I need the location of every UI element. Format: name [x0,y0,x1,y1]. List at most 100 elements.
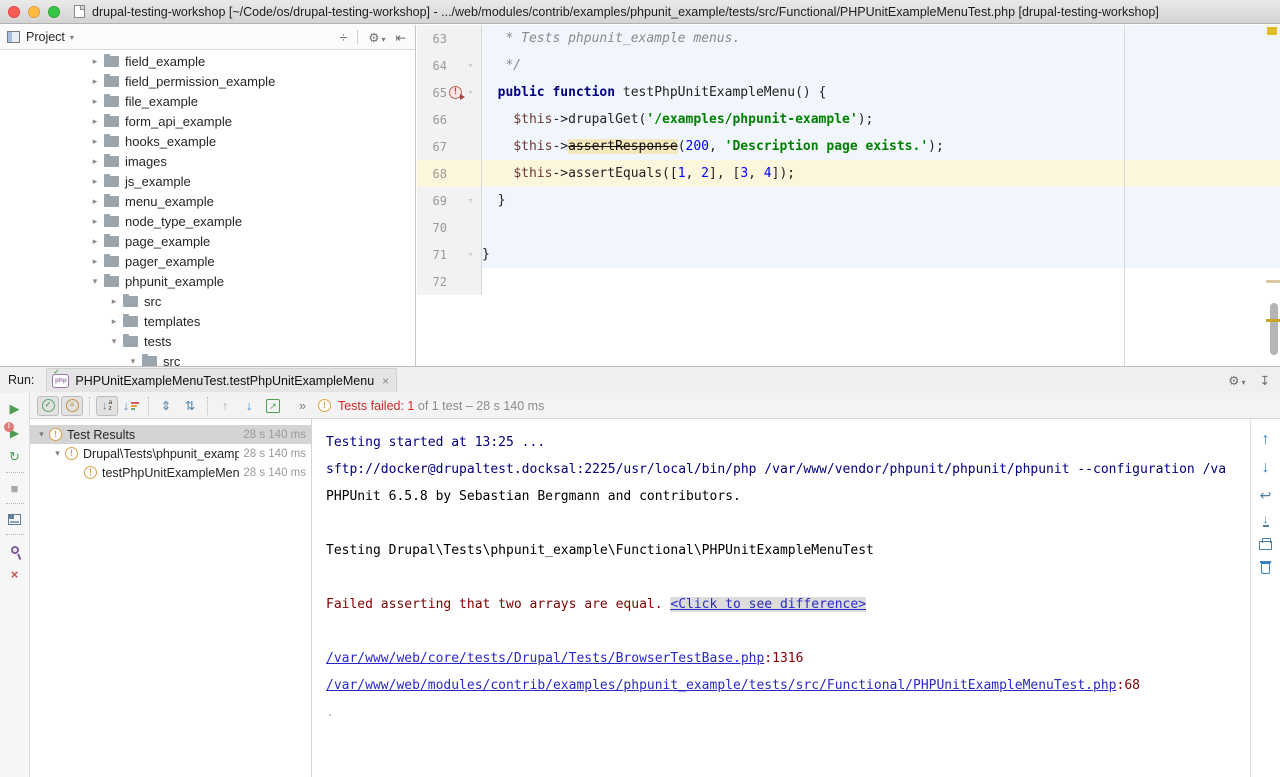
tree-item-hooks-example[interactable]: ▸hooks_example [0,131,415,151]
run-settings-gear-icon[interactable]: ⚙▾ [1228,373,1245,388]
collapsed-arrow-icon[interactable]: ▸ [107,316,121,327]
expanded-arrow-icon[interactable]: ▾ [126,356,140,367]
collapsed-arrow-icon[interactable]: ▸ [88,156,102,167]
sort-by-duration-toggle[interactable]: ↓ [120,396,142,416]
hide-panel-icon[interactable]: ⇤ [396,30,406,45]
collapsed-arrow-icon[interactable]: ▸ [88,176,102,187]
tree-item-field-example[interactable]: ▸field_example [0,51,415,71]
code-line-64[interactable]: 64▿ */ [417,52,1280,79]
error-stripe-mark[interactable] [1266,319,1280,322]
stacktrace-link-menutest[interactable]: /var/www/web/modules/contrib/examples/ph… [326,678,1117,693]
sort-alphabetically-toggle[interactable]: ↓az [96,396,118,416]
zoom-window-button[interactable] [48,6,60,18]
tree-item-tests[interactable]: ▾tests [0,331,415,351]
tree-item-page-example[interactable]: ▸page_example [0,231,415,251]
code-line-69[interactable]: 69▿ } [417,187,1280,214]
expanded-arrow-icon[interactable]: ▾ [107,336,121,347]
clear-all-icon[interactable] [1261,563,1270,574]
run-configuration-tab[interactable]: php PHPUnitExampleMenuTest.testPhpUnitEx… [46,368,397,392]
code-line-63[interactable]: 63 * Tests phpunit_example menus. [417,25,1280,52]
test-node-root[interactable]: ▾ ! Test Results 28 s 140 ms [30,425,311,444]
code-line-66[interactable]: 66 $this->drupalGet('/examples/phpunit-e… [417,106,1280,133]
tree-item-images[interactable]: ▸images [0,151,415,171]
tree-item-field-permission-example[interactable]: ▸field_permission_example [0,71,415,91]
fold-marker-icon[interactable]: ▿ [464,88,477,98]
see-difference-link[interactable]: <Click to see difference> [670,597,866,612]
tree-item-pager-example[interactable]: ▸pager_example [0,251,415,271]
import-test-results-button[interactable]: ↗ [262,396,284,416]
tree-item-node-type-example[interactable]: ▸node_type_example [0,211,415,231]
test-console-output[interactable]: Testing started at 13:25 ... sftp://dock… [312,419,1251,777]
project-panel: Project ▾ ÷ ⚙▾ ⇤ ▸field_example ▸field_p… [0,25,416,366]
close-window-button[interactable] [8,6,20,18]
error-stripe-mark[interactable] [1266,280,1280,283]
code-line-68-current[interactable]: 68 $this->assertEquals([1, 2], [3, 4]); [417,160,1280,187]
test-node-method[interactable]: ! testPhpUnitExampleMenu 28 s 140 ms [30,463,311,482]
project-view-selector[interactable]: Project [26,30,65,44]
code-line-72[interactable]: 72 [417,268,1280,295]
scroll-to-end-button[interactable]: ↓ [1263,514,1269,527]
collapsed-arrow-icon[interactable]: ▸ [88,76,102,87]
console-line: Testing started at 13:25 ... [326,429,1250,456]
more-toolbar-chevrons[interactable]: » [299,399,306,413]
show-ignored-toggle[interactable]: ≡ [61,396,83,416]
collapsed-arrow-icon[interactable]: ▸ [88,56,102,67]
fold-marker-icon[interactable]: ▿ [464,61,477,71]
tree-item-file-example[interactable]: ▸file_example [0,91,415,111]
editor-scrollbar-thumb[interactable] [1270,303,1278,355]
rerun-failed-tests-button[interactable]: ▶! [0,421,29,445]
collapse-all-button[interactable]: ⇅ [179,396,201,416]
code-line-70[interactable]: 70 [417,214,1280,241]
collapsed-arrow-icon[interactable]: ▸ [88,136,102,147]
tree-item-tests-src[interactable]: ▾src [0,351,415,366]
collapsed-arrow-icon[interactable]: ▸ [88,96,102,107]
code-line-71[interactable]: 71▿ } [417,241,1280,268]
code-editor[interactable]: 63 * Tests phpunit_example menus. 64▿ */… [417,25,1280,366]
divider [6,503,24,504]
settings-gear-icon[interactable]: ⚙▾ [368,30,385,45]
minimize-panel-icon[interactable]: ↧ [1260,373,1270,388]
test-node-class[interactable]: ▾ ! Drupal\Tests\phpunit_example 28 s 14… [30,444,311,463]
folder-icon [142,356,157,367]
stacktrace-link-browsertestbase[interactable]: /var/www/web/core/tests/Drupal/Tests/Bro… [326,651,764,666]
toggle-auto-test-button[interactable]: ↻ [0,445,29,469]
code-line-65[interactable]: 65!▿ public function testPhpUnitExampleM… [417,79,1280,106]
soft-wrap-toggle[interactable]: ↩ [1260,487,1272,504]
chevron-down-icon[interactable]: ▾ [70,33,74,42]
minimize-window-button[interactable] [28,6,40,18]
error-stripe-warning-mark[interactable] [1267,27,1277,35]
expanded-arrow-icon[interactable]: ▾ [34,429,49,440]
rerun-button[interactable]: ▶ [0,397,29,421]
collapsed-arrow-icon[interactable]: ▸ [88,256,102,267]
pin-tab-button[interactable] [0,538,29,562]
tree-item-form-api-example[interactable]: ▸form_api_example [0,111,415,131]
expanded-arrow-icon[interactable]: ▾ [88,276,102,287]
collapsed-arrow-icon[interactable]: ▸ [88,116,102,127]
restore-layout-button[interactable] [0,507,29,531]
down-the-stacktrace-button[interactable]: ↓ [1262,459,1270,477]
expanded-arrow-icon[interactable]: ▾ [50,448,65,459]
expand-all-button[interactable]: ⇕ [155,396,177,416]
collapsed-arrow-icon[interactable]: ▸ [88,216,102,227]
close-panel-button[interactable]: × [0,562,29,586]
fold-marker-icon[interactable]: ▿ [464,196,477,206]
print-icon[interactable] [1259,541,1272,550]
test-failed-gutter-icon[interactable]: ! [449,86,462,99]
scroll-from-source-icon[interactable]: ÷ [340,29,348,45]
tree-item-phpunit-example[interactable]: ▾phpunit_example [0,271,415,291]
tree-item-src[interactable]: ▸src [0,291,415,311]
show-passed-toggle[interactable]: ✓ [37,396,59,416]
tree-item-templates[interactable]: ▸templates [0,311,415,331]
collapsed-arrow-icon[interactable]: ▸ [88,236,102,247]
tree-item-js-example[interactable]: ▸js_example [0,171,415,191]
collapsed-arrow-icon[interactable]: ▸ [88,196,102,207]
fold-marker-icon[interactable]: ▿ [464,250,477,260]
divider [89,397,90,415]
up-the-stacktrace-button[interactable]: ↑ [1262,431,1270,449]
line-number: 72 [417,275,447,289]
tree-item-menu-example[interactable]: ▸menu_example [0,191,415,211]
close-tab-icon[interactable]: × [382,374,389,388]
collapsed-arrow-icon[interactable]: ▸ [107,296,121,307]
code-line-67[interactable]: 67 $this->assertResponse(200, 'Descripti… [417,133,1280,160]
next-failed-test-button[interactable]: ↓ [238,396,260,416]
